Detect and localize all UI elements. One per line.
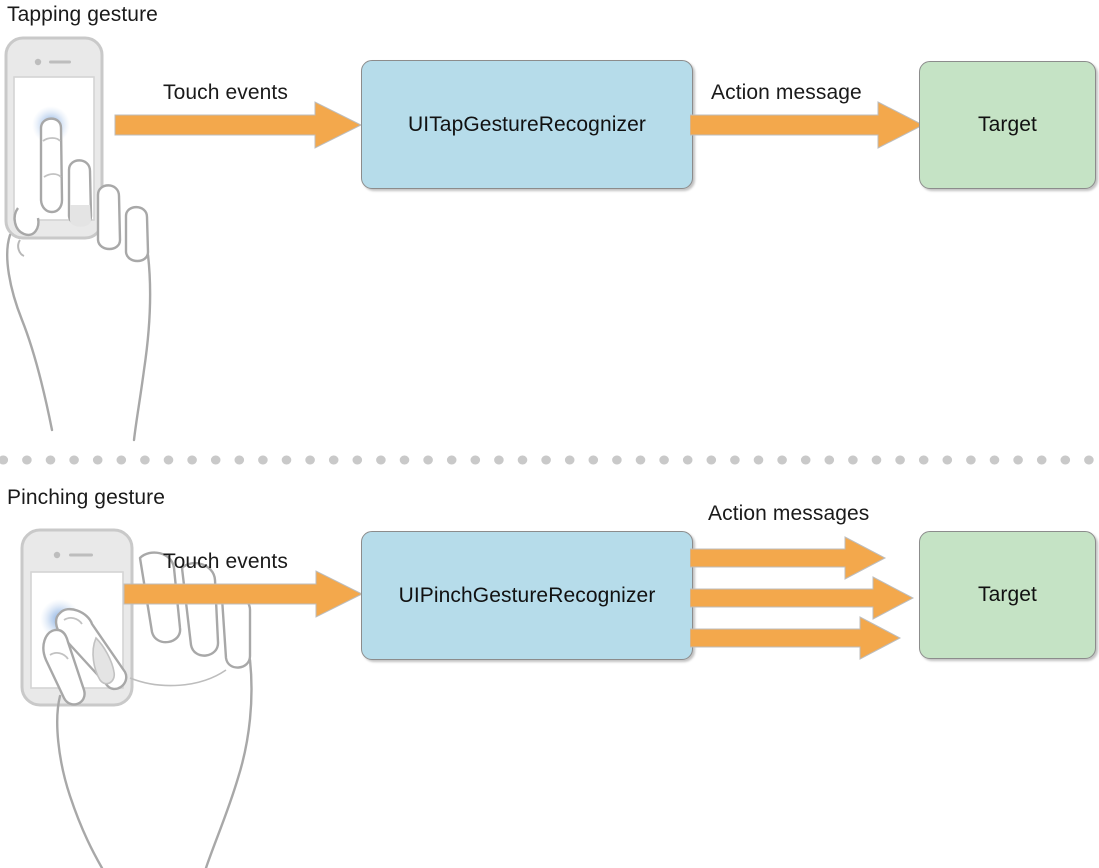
arrow-action-message-pinching-3 [690, 616, 902, 660]
node-target-tapping[interactable]: Target [919, 61, 1096, 189]
node-label-target-pinching: Target [978, 583, 1037, 606]
section-title-tapping: Tapping gesture [7, 3, 158, 26]
node-label-uipinchgesturerecognizer: UIPinchGestureRecognizer [398, 583, 656, 607]
section-divider-dotted [0, 455, 1099, 465]
node-uitapgesturerecognizer[interactable]: UITapGestureRecognizer [361, 60, 693, 189]
arrow-touch-events-pinching [123, 570, 364, 618]
arrow-touch-events-tapping [114, 101, 363, 149]
node-target-pinching[interactable]: Target [919, 531, 1096, 659]
arrow-action-message-tapping [690, 101, 925, 149]
node-label-target-tapping: Target [978, 113, 1037, 136]
node-label-uitapgesturerecognizer: UITapGestureRecognizer [408, 112, 646, 136]
flow-label-action-messages-pinching: Action messages [708, 502, 870, 525]
section-title-pinching: Pinching gesture [7, 486, 166, 509]
node-uipinchgesturerecognizer[interactable]: UIPinchGestureRecognizer [361, 531, 693, 660]
gesture-recognizer-diagram: Tapping gesture Touch events UITapGestur… [0, 0, 1099, 868]
